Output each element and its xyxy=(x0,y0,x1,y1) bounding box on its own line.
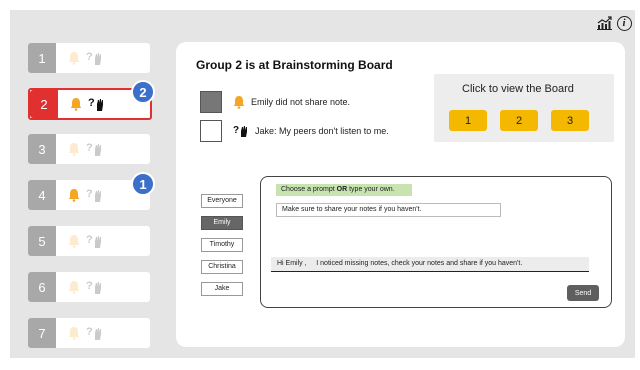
group-row-3[interactable]: 3? xyxy=(28,134,150,164)
recipient-timothy[interactable]: Timothy xyxy=(201,238,243,252)
bell-icon xyxy=(68,326,80,340)
status-checkbox[interactable] xyxy=(200,91,222,113)
notification-badge: 1 xyxy=(131,172,155,196)
group-number: 7 xyxy=(28,318,56,348)
board-button-2[interactable]: 2 xyxy=(500,110,538,131)
group-number: 4 xyxy=(28,180,56,210)
group-number: 3 xyxy=(28,134,56,164)
svg-text:?: ? xyxy=(88,97,95,109)
group-detail-panel: Group 2 is at Brainstorming Board Emily … xyxy=(176,42,625,347)
recipient-list: Everyone Emily Timothy Christina Jake xyxy=(201,194,243,304)
send-button[interactable]: Send xyxy=(567,285,599,301)
bell-icon xyxy=(70,97,82,111)
group-row-5[interactable]: 5? xyxy=(28,226,150,256)
status-text: Emily did not share note. xyxy=(251,97,351,107)
group-status-icons: ? xyxy=(56,318,104,348)
bell-icon xyxy=(233,95,245,109)
question-hand-icon: ? xyxy=(86,187,104,203)
group-status-icons: ? xyxy=(58,90,106,118)
prompt-text: type your own. xyxy=(347,186,395,193)
bell-icon xyxy=(68,188,80,202)
board-button-3[interactable]: 3 xyxy=(551,110,589,131)
prompt-text: Choose a prompt xyxy=(281,186,337,193)
svg-text:?: ? xyxy=(86,326,93,338)
recipient-christina[interactable]: Christina xyxy=(201,260,243,274)
svg-text:?: ? xyxy=(86,188,93,200)
svg-text:?: ? xyxy=(86,142,93,154)
svg-text:?: ? xyxy=(86,280,93,292)
prompt-or: OR xyxy=(336,186,348,193)
question-hand-icon: ? xyxy=(86,50,104,66)
board-panel: Click to view the Board 1 2 3 xyxy=(434,74,614,142)
status-text: Jake: My peers don't listen to me. xyxy=(255,126,389,136)
svg-text:?: ? xyxy=(86,234,93,246)
group-row-1[interactable]: 1? xyxy=(28,43,150,73)
chart-icon[interactable] xyxy=(597,15,613,31)
question-hand-icon: ? xyxy=(86,141,104,157)
bell-icon xyxy=(68,142,80,156)
group-number: 5 xyxy=(28,226,56,256)
question-hand-icon: ? xyxy=(86,233,104,249)
group-row-6[interactable]: 6? xyxy=(28,272,150,302)
question-hand-icon: ? xyxy=(86,279,104,295)
status-checkbox[interactable] xyxy=(200,120,222,142)
group-status-icons: ? xyxy=(56,180,104,210)
group-status-icons: ? xyxy=(56,43,104,73)
message-input[interactable]: Hi Emily , I noticed missing notes, chec… xyxy=(271,257,589,272)
question-hand-icon: ? xyxy=(86,325,104,341)
info-glyph: i xyxy=(616,15,632,31)
question-hand-icon: ? xyxy=(233,124,249,138)
status-row-jake: ? Jake: My peers don't listen to me. xyxy=(200,120,389,142)
bell-icon xyxy=(68,280,80,294)
recipient-emily[interactable]: Emily xyxy=(201,216,243,230)
group-status-icons: ? xyxy=(56,226,104,256)
page-title: Group 2 is at Brainstorming Board xyxy=(196,58,393,72)
svg-text:?: ? xyxy=(86,51,93,63)
top-toolbar: i xyxy=(597,15,632,31)
group-status-icons: ? xyxy=(56,134,104,164)
recipient-jake[interactable]: Jake xyxy=(201,282,243,296)
chat-panel: Choose a prompt OR type your own. Make s… xyxy=(260,176,612,308)
group-number: 2 xyxy=(30,90,58,118)
info-icon[interactable]: i xyxy=(616,15,632,31)
question-hand-icon: ? xyxy=(88,96,106,112)
status-row-emily: Emily did not share note. xyxy=(200,91,350,113)
prompt-banner: Choose a prompt OR type your own. xyxy=(276,184,412,196)
group-row-7[interactable]: 7? xyxy=(28,318,150,348)
notification-badge: 2 xyxy=(131,80,155,104)
bell-icon xyxy=(68,51,80,65)
prompt-suggestion[interactable]: Make sure to share your notes if you hav… xyxy=(276,203,501,217)
group-status-icons: ? xyxy=(56,272,104,302)
board-label: Click to view the Board xyxy=(462,83,574,95)
bell-icon xyxy=(68,234,80,248)
svg-text:?: ? xyxy=(233,125,239,136)
group-number: 6 xyxy=(28,272,56,302)
board-button-1[interactable]: 1 xyxy=(449,110,487,131)
recipient-everyone[interactable]: Everyone xyxy=(201,194,243,208)
group-number: 1 xyxy=(28,43,56,73)
